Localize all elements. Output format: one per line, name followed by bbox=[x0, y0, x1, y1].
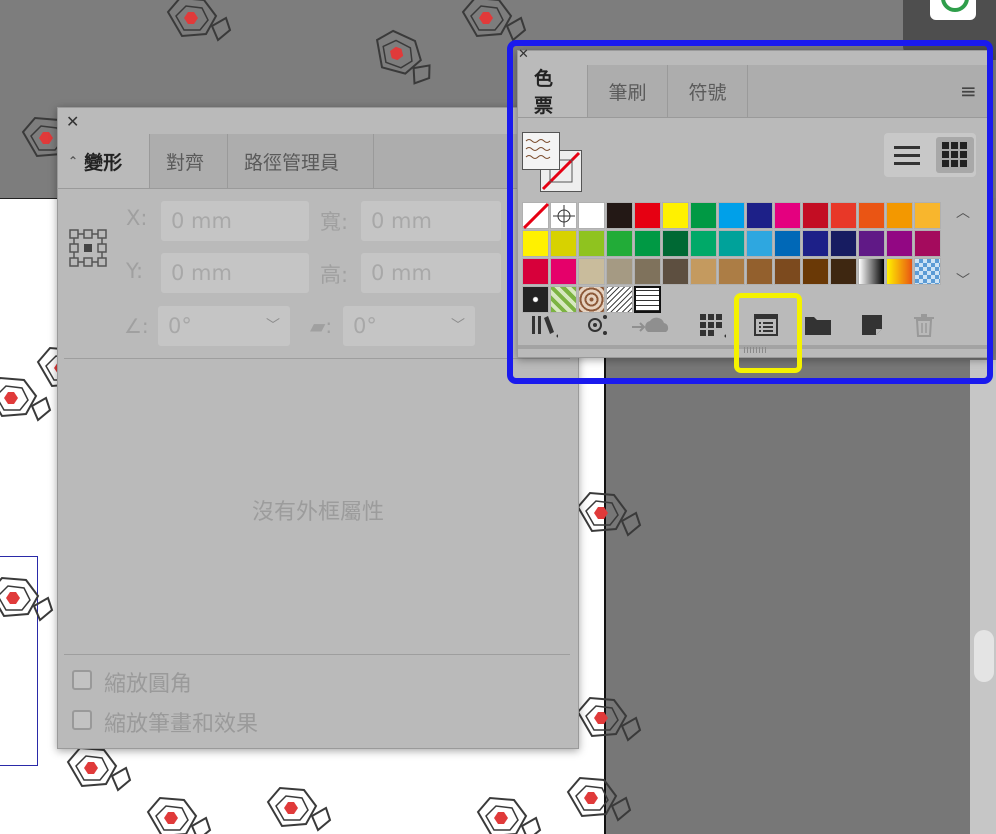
reference-point-icon[interactable] bbox=[68, 228, 108, 268]
shear-angle-field[interactable]: 0° ﹀ bbox=[343, 306, 475, 346]
height-label: 高: bbox=[320, 263, 349, 287]
y-label: Y: bbox=[126, 259, 144, 283]
no-bounds-message: 沒有外框屬性 bbox=[251, 500, 384, 525]
close-icon[interactable]: ✕ bbox=[66, 114, 79, 130]
highlight-frame-yellow bbox=[734, 293, 802, 373]
tab-align[interactable]: 對齊 bbox=[150, 134, 228, 188]
chevron-down-icon[interactable]: ﹀ bbox=[451, 306, 465, 346]
rotate-angle-icon: ∠: bbox=[124, 314, 149, 338]
height-field[interactable]: 0 mm bbox=[361, 253, 501, 293]
tab-transform[interactable]: ⌃ 變形 bbox=[58, 134, 150, 188]
shear-icon: ▰: bbox=[310, 314, 333, 338]
transform-panel: ✕ ⌃ 變形 對齊 路徑管理員 X: 0 mm 寬: 0 mm Y: 0 mm … bbox=[57, 107, 579, 749]
width-field[interactable]: 0 mm bbox=[361, 201, 501, 241]
width-label: 寬: bbox=[320, 210, 349, 234]
collapse-chevron-icon[interactable]: ⌃ bbox=[68, 154, 78, 168]
chevron-down-icon[interactable]: ﹀ bbox=[266, 306, 280, 346]
scale-corners-label: 縮放圓角 bbox=[104, 672, 193, 697]
divider bbox=[64, 358, 570, 359]
tab-pathfinder[interactable]: 路徑管理員 bbox=[228, 134, 374, 188]
x-field[interactable]: 0 mm bbox=[161, 201, 309, 241]
scale-corners-checkbox[interactable] bbox=[72, 670, 92, 690]
rotate-angle-field[interactable]: 0° ﹀ bbox=[158, 306, 290, 346]
y-field[interactable]: 0 mm bbox=[161, 253, 309, 293]
divider bbox=[64, 654, 570, 655]
x-label: X: bbox=[126, 206, 148, 230]
scale-strokes-label: 縮放筆畫和效果 bbox=[104, 712, 259, 737]
scale-strokes-checkbox[interactable] bbox=[72, 710, 92, 730]
